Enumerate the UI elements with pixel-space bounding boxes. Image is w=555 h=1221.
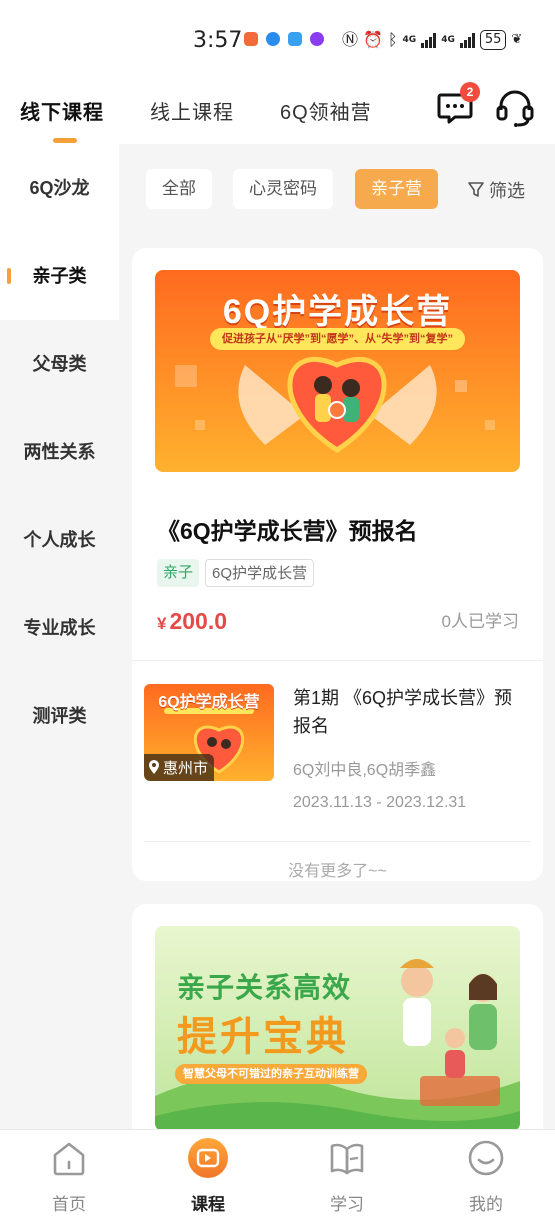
session-dates: 2023.11.13 - 2023.12.31 [293,794,467,811]
learner-count: 0人已学习 [441,612,519,631]
course-card[interactable]: 6Q护学成长营 促进孩子从“厌学”到“愿学”、从“失学”到“复学” 《6Q护学成… [132,248,543,881]
book-icon [330,1143,364,1175]
bottom-nav: 首页 课程 学习 我的 [0,1129,555,1221]
nav-label: 课程 [191,1195,225,1214]
signal-icon [421,32,437,48]
banner-subtitle: 促进孩子从“厌学”到“愿学”、从“失学”到“复学” [210,328,465,350]
no-more-text: 没有更多了~~ [288,863,387,880]
sidebar-item-relationships[interactable]: 两性关系 [0,408,119,496]
active-tab-indicator [53,138,77,143]
profile-icon [468,1140,504,1176]
filter-bar: 全部 心灵密码 亲子营 筛选 [119,144,555,232]
nav-courses[interactable]: 课程 [158,1130,258,1221]
status-time: 3:57 [193,28,243,53]
currency-symbol: ¥ [157,614,167,633]
location-text: 惠州市 [163,760,209,777]
headset-icon[interactable] [495,88,535,128]
filter-label: 筛选 [489,181,525,201]
top-tab-bar: 线下课程 线上课程 6Q领袖营 2 [0,80,555,144]
filter-icon [468,182,484,197]
bluetooth-icon: ᛒ [387,30,398,49]
filter-chip-heart-code[interactable]: 心灵密码 [233,169,333,209]
nav-label: 首页 [52,1195,86,1214]
app-notification-icon [266,32,280,46]
banner-subtitle: 智慧父母不可错过的亲子互动训练营 [175,1064,367,1084]
nav-learning[interactable]: 学习 [297,1130,397,1221]
sidebar-item-assessment[interactable]: 测评类 [0,672,119,760]
network-type: 4G [402,34,417,45]
battery-icon: 55 [479,30,507,50]
sidebar-item-label: 亲子类 [32,266,87,286]
app-notification-icon [288,32,302,46]
app-notification-icon [244,32,258,46]
course-list: 6Q护学成长营 促进孩子从“厌学”到“愿学”、从“失学”到“复学” 《6Q护学成… [119,232,555,1129]
network-type-2: 4G [441,34,455,45]
nav-profile[interactable]: 我的 [436,1130,536,1221]
status-app-icons [244,32,324,46]
banner-title: 6Q护学成长营 [222,293,453,331]
course-tags: 亲子 6Q护学成长营 [157,559,315,587]
leaf-icon: ❦ [511,32,523,47]
course-banner[interactable]: 亲子关系高效 提升宝典 智慧父母不可错过的亲子互动训练营 [155,926,520,1129]
session-thumbnail[interactable]: 6Q护学成长营 惠州市 [144,684,274,781]
filter-chip-parent-child-camp[interactable]: 亲子营 [355,169,438,209]
location-badge: 惠州市 [144,754,215,781]
course-price: ¥200.0 [157,608,227,635]
sidebar-item-personal-growth[interactable]: 个人成长 [0,496,119,584]
tab-online-courses[interactable]: 线上课程 [150,96,234,125]
course-banner[interactable]: 6Q护学成长营 促进孩子从“厌学”到“愿学”、从“失学”到“复学” [155,270,520,472]
status-bar: 3:57 Ⓝ ⏰ ᛒ 4G 4G 55 ❦ [0,0,555,80]
nav-label: 学习 [330,1195,364,1214]
play-icon [188,1138,228,1178]
session-teachers: 6Q刘中良,6Q胡季鑫 [293,762,437,779]
sidebar-active-marker [7,268,11,284]
thumbnail-title: 6Q护学成长营 [158,694,260,711]
tab-6q-leadership-camp[interactable]: 6Q领袖营 [280,96,372,125]
message-badge: 2 [460,82,480,102]
filter-button[interactable]: 筛选 [467,177,525,203]
course-card[interactable]: 亲子关系高效 提升宝典 智慧父母不可错过的亲子互动训练营 [132,904,543,1129]
divider [132,660,543,661]
sidebar-item-parents[interactable]: 父母类 [0,320,119,408]
course-tag: 亲子 [157,559,200,587]
banner-line-1: 亲子关系高效 [177,972,352,1003]
app-notification-icon [310,32,324,46]
course-title[interactable]: 《6Q护学成长营》预报名 [157,512,418,546]
sidebar-item-6q-salon[interactable]: 6Q沙龙 [0,144,119,232]
sidebar-item-parent-child[interactable]: 亲子类 [0,232,119,320]
divider [144,841,531,842]
filter-chip-all[interactable]: 全部 [146,169,212,209]
sidebar-item-professional-growth[interactable]: 专业成长 [0,584,119,672]
app-screen: 3:57 Ⓝ ⏰ ᛒ 4G 4G 55 ❦ 线下课程 线上课程 6Q领袖营 2 [0,0,555,1221]
alarm-icon: ⏰ [363,30,383,49]
signal-icon-2 [459,32,475,48]
banner-line-2: 提升宝典 [177,1015,349,1059]
tab-offline-courses[interactable]: 线下课程 [20,96,104,125]
home-icon [53,1142,85,1176]
nav-home[interactable]: 首页 [19,1130,119,1221]
status-right: Ⓝ ⏰ ᛒ 4G 4G 55 ❦ [342,30,522,50]
session-title[interactable]: 第1期 《6Q护学成长营》预报名 [293,684,528,740]
price-value: 200.0 [169,608,228,634]
category-sidebar: 6Q沙龙 亲子类 父母类 两性关系 个人成长 专业成长 测评类 [0,144,119,1129]
nav-label: 我的 [469,1195,503,1214]
location-pin-icon [149,760,159,774]
nfc-icon: Ⓝ [342,30,359,49]
course-tag: 6Q护学成长营 [205,559,315,587]
